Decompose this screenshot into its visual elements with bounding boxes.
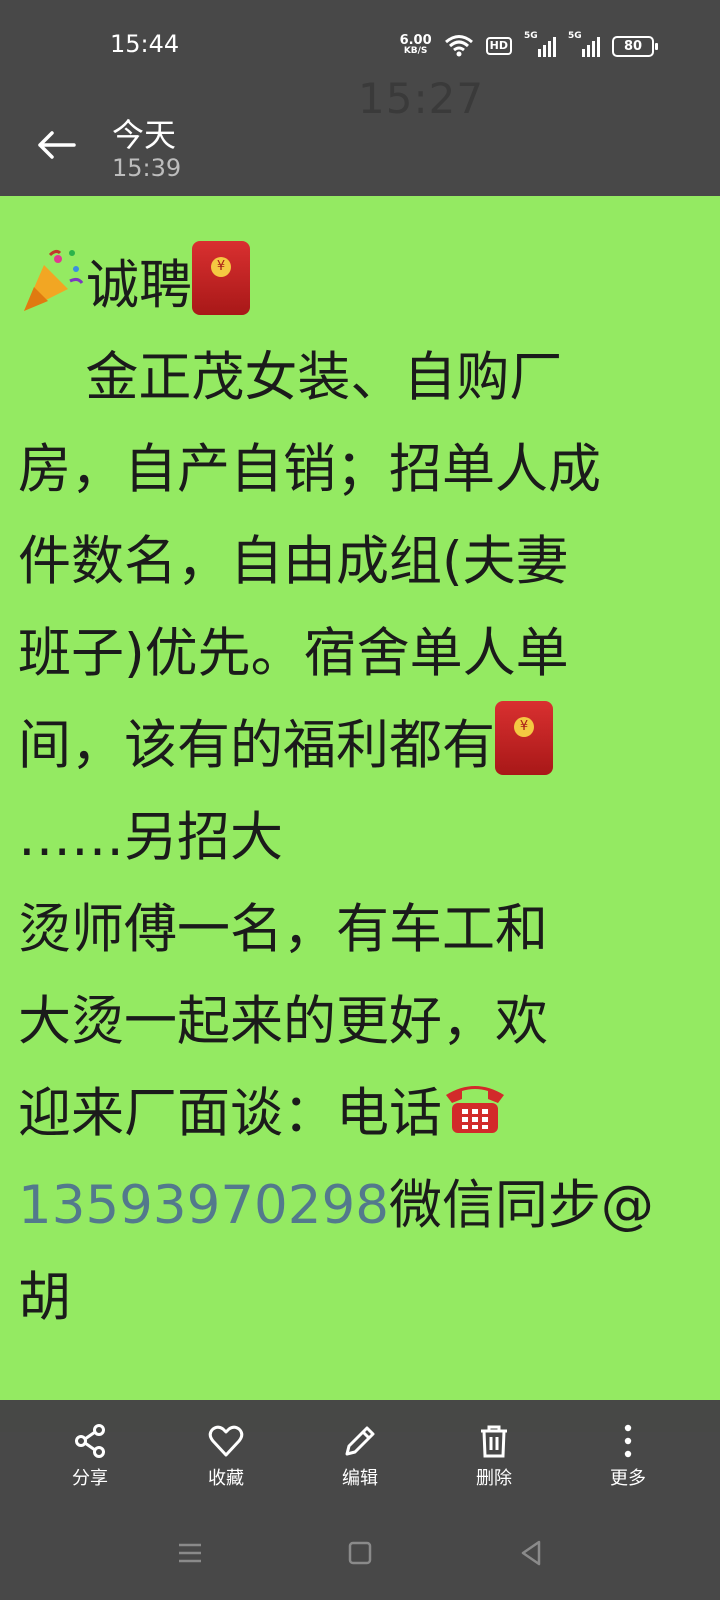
note-text: 诚聘 金正茂女装、自购厂 房，自产自销；招单人成 件数名，自由成组(夫妻 班子)…	[18, 240, 720, 1344]
more-button[interactable]: 更多	[578, 1422, 678, 1490]
note-line: 件数名，自由成组(夫妻	[18, 531, 569, 592]
edit-button[interactable]: 编辑	[310, 1422, 410, 1490]
heart-icon	[208, 1425, 244, 1457]
phone-number-link[interactable]: 13593970298	[18, 1175, 389, 1236]
telephone-icon	[446, 1086, 504, 1133]
back-triangle-icon[interactable]	[515, 1536, 549, 1570]
signal-sim1-icon: 5G	[524, 31, 556, 57]
bottom-toolbar: 分享 收藏 编辑 删除 更多	[0, 1400, 720, 1506]
favorite-button[interactable]: 收藏	[176, 1422, 276, 1490]
note-content[interactable]: 诚聘 金正茂女装、自购厂 房，自产自销；招单人成 件数名，自由成组(夫妻 班子)…	[0, 196, 720, 1400]
note-line: 间，该有的福利都有	[18, 700, 720, 792]
pencil-icon	[345, 1426, 375, 1456]
header: 今天 15:39	[0, 92, 720, 196]
note-line: 诚聘	[18, 240, 720, 332]
red-envelope-icon	[495, 701, 553, 775]
red-envelope-icon	[192, 241, 250, 315]
note-line: 13593970298微信同步@	[18, 1175, 654, 1236]
note-line: 迎来厂面谈：电话	[18, 1068, 720, 1160]
home-square-icon[interactable]	[343, 1536, 377, 1570]
note-line: 房，自产自销；招单人成	[18, 439, 601, 500]
status-time: 15:44	[110, 30, 180, 58]
note-line: 班子)优先。宿舍单人单	[18, 623, 569, 684]
status-icons: 6.00 KB/S HD 5G 5G 80	[399, 31, 658, 60]
note-line: 烫师傅一名，有车工和	[18, 899, 548, 960]
party-popper-icon	[24, 249, 84, 311]
note-line: 胡	[18, 1267, 71, 1328]
battery-icon: 80	[612, 35, 658, 57]
system-navigation-bar	[0, 1506, 720, 1600]
note-line: 金正茂女装、自购厂	[18, 347, 563, 408]
note-line: 大烫一起来的更好，欢	[18, 991, 548, 1052]
menu-icon[interactable]	[173, 1536, 207, 1570]
wifi-icon	[444, 35, 473, 57]
note-line: ……另招大	[18, 807, 283, 868]
share-icon	[75, 1424, 105, 1458]
back-arrow-icon[interactable]	[36, 130, 76, 160]
hd-voice-icon: HD	[485, 37, 512, 55]
delete-button[interactable]: 删除	[444, 1422, 544, 1490]
more-vertical-icon	[624, 1424, 632, 1458]
trash-icon	[481, 1425, 507, 1458]
network-speed: 6.00 KB/S	[399, 33, 432, 56]
page-title: 今天	[112, 116, 177, 154]
headline: 诚聘	[86, 255, 192, 316]
page-subtitle-time: 15:39	[112, 154, 182, 182]
signal-sim2-icon: 5G	[568, 31, 600, 57]
share-button[interactable]: 分享	[40, 1422, 140, 1490]
